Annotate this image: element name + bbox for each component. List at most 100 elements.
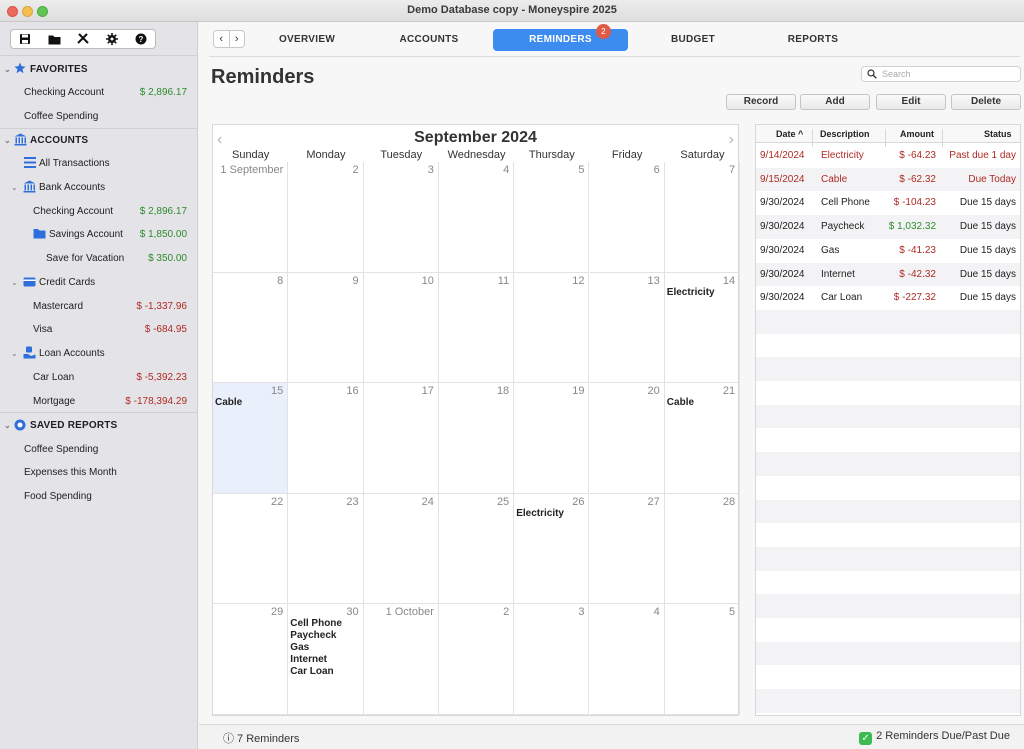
calendar-day-cell[interactable]: 19 — [514, 383, 590, 494]
sidebar-item-report[interactable]: Food Spending — [0, 485, 198, 507]
folder-icon[interactable] — [44, 31, 64, 47]
sidebar-section-saved-reports[interactable]: ⌄ SAVED REPORTS — [0, 414, 198, 436]
tools-icon[interactable] — [73, 31, 93, 47]
table-row[interactable]: 9/30/2024 Cell Phone $ -104.23 Due 15 days — [756, 191, 1020, 215]
edit-button[interactable]: Edit — [876, 94, 946, 110]
calendar-event[interactable]: Electricity — [516, 508, 564, 520]
empty-table-row — [756, 499, 1020, 524]
column-header-description[interactable]: Description — [820, 129, 870, 139]
calendar-day-cell[interactable]: 8 — [213, 272, 289, 384]
record-button[interactable]: Record — [726, 94, 796, 110]
tab-reports[interactable]: REPORTS — [771, 29, 855, 51]
calendar-day-cell[interactable]: 26 Electricity — [514, 493, 590, 605]
search-input[interactable]: Search — [861, 66, 1021, 82]
table-row[interactable]: 9/30/2024 Internet $ -42.32 Due 15 days — [756, 262, 1020, 287]
add-button[interactable]: Add — [800, 94, 870, 110]
next-month-arrow-icon[interactable]: › — [729, 131, 734, 149]
calendar-day-cell[interactable]: 24 — [363, 493, 439, 605]
amount-cell: $ -42.32 — [899, 268, 936, 280]
calendar-day-cell[interactable]: 4 — [438, 162, 515, 273]
status-cell: Past due 1 day — [949, 150, 1016, 161]
calendar-day-cell[interactable]: 21 Cable — [664, 383, 741, 494]
calendar-day-cell[interactable]: 1 October — [363, 604, 439, 715]
calendar-day-cell[interactable]: 16 — [288, 383, 364, 494]
calendar-day-cell[interactable]: 28 — [664, 493, 741, 605]
sidebar-item-save-for-vacation[interactable]: Save for Vacation $ 350.00 — [0, 247, 198, 269]
calendar-day-cell[interactable]: 2 — [438, 604, 515, 715]
delete-button[interactable]: Delete — [951, 94, 1021, 110]
calendar-day-cell[interactable]: 18 — [438, 383, 515, 494]
sidebar-section-label: FAVORITES — [30, 63, 88, 75]
save-icon[interactable] — [15, 31, 35, 47]
calendar-day-cell[interactable]: 5 — [664, 604, 741, 715]
sidebar-item-favorite-coffee[interactable]: Coffee Spending — [0, 105, 198, 127]
tab-overview[interactable]: OVERVIEW — [265, 29, 349, 51]
calendar-day-cell[interactable]: 11 — [438, 272, 515, 384]
sidebar-item-savings-account[interactable]: Savings Account $ 1,850.00 — [0, 223, 198, 245]
table-row[interactable]: 9/15/2024 Cable $ -62.32 Due Today — [756, 167, 1020, 192]
calendar-day-cell[interactable]: 13 — [589, 272, 665, 384]
calendar-event[interactable]: Car Loan — [290, 666, 342, 678]
calendar-day-cell[interactable]: 10 — [363, 272, 439, 384]
sidebar-item-loan-accounts[interactable]: ⌄ Loan Accounts — [0, 342, 198, 364]
calendar-day-cell[interactable]: 14 Electricity — [664, 272, 741, 384]
table-row[interactable]: 9/14/2024 Electricity $ -64.23 Past due 1 d… — [756, 144, 1020, 168]
sidebar-section-accounts[interactable]: ⌄ ACCOUNTS — [0, 129, 198, 151]
calendar-day-cell[interactable]: 23 — [288, 493, 364, 605]
calendar-day-cell[interactable]: 2 — [288, 162, 364, 273]
calendar-day-number: 18 — [496, 385, 510, 398]
column-header-status[interactable]: Status — [984, 129, 1012, 139]
sidebar-item-credit-cards[interactable]: ⌄ Credit Cards — [0, 271, 198, 293]
column-header-date[interactable]: Date ^ — [776, 129, 803, 139]
calendar-day-cell[interactable]: 4 — [589, 604, 665, 715]
sidebar-item-report[interactable]: Coffee Spending — [0, 438, 198, 460]
empty-table-row — [756, 689, 1020, 713]
calendar-day-cell[interactable]: 20 — [589, 383, 665, 494]
table-row[interactable]: 9/30/2024 Car Loan $ -227.32 Due 15 days — [756, 286, 1020, 310]
tab-budget[interactable]: BUDGET — [651, 29, 735, 51]
sidebar-item-report[interactable]: Expenses this Month — [0, 461, 198, 483]
calendar-day-cell[interactable]: 1 September — [213, 162, 289, 273]
empty-table-row — [756, 334, 1020, 358]
sidebar-item-mastercard[interactable]: Mastercard $ -1,337.96 — [0, 295, 198, 317]
sidebar-item-car-loan[interactable]: Car Loan $ -5,392.23 — [0, 366, 198, 388]
calendar-day-cell[interactable]: 15 Cable — [213, 383, 289, 494]
column-header-amount[interactable]: Amount — [900, 129, 934, 139]
calendar-day-cell[interactable]: 27 — [589, 493, 665, 605]
calendar-event[interactable]: Cable — [667, 397, 694, 409]
table-row[interactable]: 9/30/2024 Gas $ -41.23 Due 15 days — [756, 239, 1020, 263]
calendar-day-cell[interactable]: 3 — [514, 604, 590, 715]
calendar-day-cell[interactable]: 22 — [213, 493, 289, 605]
calendar-event[interactable]: Gas — [290, 642, 342, 654]
calendar-event[interactable]: Cell Phone — [290, 618, 342, 630]
calendar-day-cell[interactable]: 29 — [213, 604, 289, 715]
calendar-day-cell[interactable]: 30 Cell Phone Paycheck Gas Internet Car Loan — [288, 604, 364, 715]
table-row[interactable]: 9/30/2024 Paycheck $ 1,032.32 Due 15 days — [756, 215, 1020, 239]
help-icon[interactable]: ? — [131, 31, 151, 47]
sidebar-section-favorites[interactable]: ⌄ FAVORITES — [0, 58, 198, 80]
tab-accounts[interactable]: ACCOUNTS — [387, 29, 471, 51]
calendar-day-cell[interactable]: 3 — [363, 162, 439, 273]
forward-arrow-icon[interactable]: › — [230, 31, 245, 47]
sidebar-item-visa[interactable]: Visa $ -684.95 — [0, 318, 198, 340]
pie-chart-icon — [14, 419, 26, 434]
calendar-day-cell[interactable]: 7 — [664, 162, 741, 273]
sidebar-item-checking-account[interactable]: Checking Account $ 2,896.17 — [0, 200, 198, 222]
calendar-event[interactable]: Paycheck — [290, 630, 342, 642]
calendar-day-cell[interactable]: 25 — [438, 493, 515, 605]
calendar-day-cell[interactable]: 17 — [363, 383, 439, 494]
calendar-event[interactable]: Internet — [290, 654, 342, 666]
calendar-event[interactable]: Electricity — [667, 287, 715, 299]
calendar-day-cell[interactable]: 12 — [514, 272, 590, 384]
sidebar-item-bank-accounts[interactable]: ⌄ Bank Accounts — [0, 176, 198, 198]
tab-reminders[interactable]: REMINDERS 2 — [493, 24, 628, 51]
sidebar-item-all-transactions[interactable]: All Transactions — [0, 152, 198, 174]
calendar-event[interactable]: Cable — [215, 397, 242, 409]
calendar-day-cell[interactable]: 9 — [288, 272, 364, 384]
sidebar-item-favorite-checking[interactable]: Checking Account $ 2,896.17 — [0, 81, 198, 103]
sidebar-item-mortgage[interactable]: Mortgage $ -178,394.29 — [0, 390, 198, 412]
calendar-day-cell[interactable]: 6 — [589, 162, 665, 273]
back-arrow-icon[interactable]: ‹ — [214, 31, 230, 47]
calendar-day-cell[interactable]: 5 — [514, 162, 590, 273]
gear-icon[interactable] — [102, 31, 122, 47]
